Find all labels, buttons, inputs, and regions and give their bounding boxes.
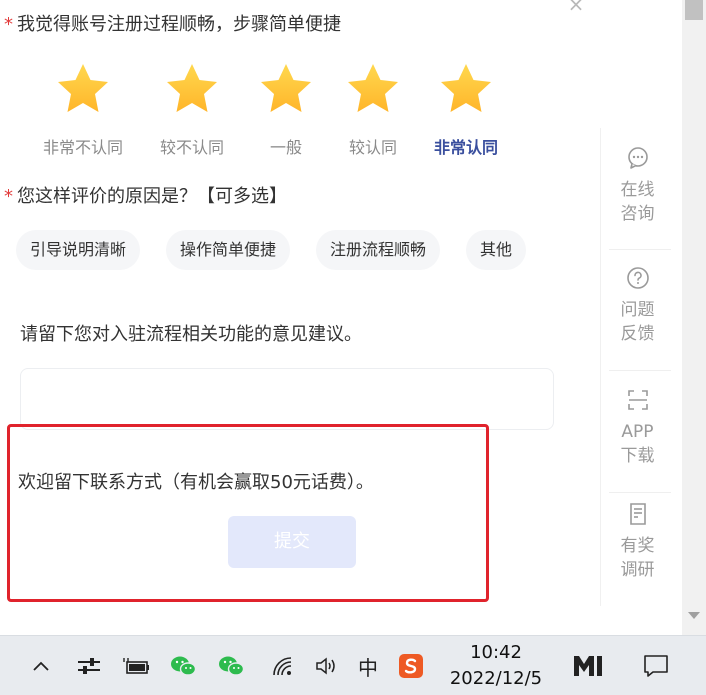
rating-option-label: 非常不认同: [42, 138, 123, 157]
network-tray-button[interactable]: [266, 636, 300, 695]
app-tray-button[interactable]: [568, 636, 612, 695]
speaker-icon: [316, 657, 335, 675]
submit-button[interactable]: 提交: [228, 516, 356, 568]
reason-chip[interactable]: 引导说明清晰: [16, 230, 141, 270]
chevron-up-icon: [33, 661, 49, 671]
star-icon: [348, 64, 398, 112]
show-hidden-icons-button[interactable]: [26, 636, 56, 695]
close-icon[interactable]: ×: [566, 0, 586, 14]
scan-icon: [627, 390, 648, 410]
side-toolbar: 在线 咨询 问题 反馈 APP 下载 有奖 调研: [600, 128, 673, 606]
side-item-label: 有奖 调研: [620, 536, 655, 580]
rating-option-1[interactable]: 非常不认同: [28, 62, 138, 158]
star-icon: [441, 64, 491, 112]
reason-chip[interactable]: 其他: [466, 230, 527, 270]
rating-option-5[interactable]: 非常认同: [411, 62, 521, 158]
wechat-icon: [219, 656, 245, 676]
clock-date: 2022/12/5: [449, 668, 543, 689]
notification-icon: [644, 655, 668, 677]
question-circle-icon: [626, 267, 649, 289]
ime-language-button[interactable]: 中: [352, 636, 384, 695]
star-rating: 非常不认同 较不认同 一般 较认同 非常认同: [28, 62, 528, 162]
side-item-app-download[interactable]: APP 下载: [601, 388, 674, 468]
highlight-annotation-box: [7, 424, 489, 602]
question-2-text: 您这样评价的原因是？【可多选】: [17, 186, 287, 207]
divider: [609, 492, 671, 493]
side-item-label: 问题 反馈: [620, 300, 655, 344]
required-mark: *: [4, 186, 13, 207]
reason-chip[interactable]: 操作简单便捷: [166, 230, 291, 270]
battery-tray-button[interactable]: [118, 636, 154, 695]
star-icon: [58, 64, 108, 112]
clock-time: 10:42: [470, 642, 522, 663]
side-item-survey[interactable]: 有奖 调研: [601, 502, 674, 582]
star-icon: [261, 64, 311, 112]
scrollbar-thumb[interactable]: [685, 0, 703, 20]
scroll-down-arrow-icon[interactable]: [688, 612, 700, 619]
side-item-feedback[interactable]: 问题 反馈: [601, 266, 674, 346]
contact-label: 欢迎留下联系方式（有机会赢取50元话费）。: [18, 472, 374, 493]
reason-chip[interactable]: 注册流程顺畅: [316, 230, 441, 270]
wechat-icon: [171, 656, 197, 676]
screen: × *我觉得账号注册过程顺畅，步骤简单便捷 非常不认同 较不认同 一般 较认同: [0, 0, 706, 695]
suggestion-input[interactable]: [20, 368, 554, 430]
side-item-label: 在线 咨询: [620, 180, 655, 224]
chat-bubble-icon: [627, 147, 648, 169]
question-1-text: 我觉得账号注册过程顺畅，步骤简单便捷: [17, 14, 341, 35]
side-item-online-consult[interactable]: 在线 咨询: [601, 146, 674, 226]
ime-label: 中: [358, 655, 378, 680]
notification-center-button[interactable]: [636, 636, 676, 695]
sogou-ime-button[interactable]: [394, 636, 428, 695]
vertical-scrollbar[interactable]: [682, 0, 706, 635]
required-mark: *: [4, 14, 13, 35]
divider: [609, 370, 671, 371]
m-logo-icon: [574, 656, 602, 676]
wifi-icon: [273, 657, 292, 676]
question-1-title: * 我觉得账号注册过程顺畅，步骤简单便捷: [4, 10, 341, 36]
side-item-label: APP 下载: [620, 422, 655, 466]
question-2-title: * 您这样评价的原因是？【可多选】: [4, 182, 287, 208]
sogou-ime-icon: [399, 654, 423, 678]
divider: [609, 249, 671, 250]
windows-taskbar: 中 10:42 2022/12/5: [0, 635, 706, 695]
sliders-icon: [78, 658, 100, 674]
star-icon: [167, 64, 217, 112]
volume-tray-button[interactable]: [312, 636, 342, 695]
tray-settings-icon-button[interactable]: [72, 636, 106, 695]
battery-plug-icon: [123, 658, 149, 674]
wechat-tray-button[interactable]: [166, 636, 200, 695]
taskbar-clock[interactable]: 10:42 2022/12/5: [446, 640, 546, 692]
rating-option-label-selected: 非常认同: [433, 138, 498, 157]
suggestion-label: 请留下您对入驻流程相关功能的意见建议。: [20, 324, 362, 345]
document-edit-icon: [629, 503, 646, 525]
survey-panel: × *我觉得账号注册过程顺畅，步骤简单便捷 非常不认同 较不认同 一般 较认同: [0, 0, 600, 635]
wechat-tray-button[interactable]: [214, 636, 248, 695]
